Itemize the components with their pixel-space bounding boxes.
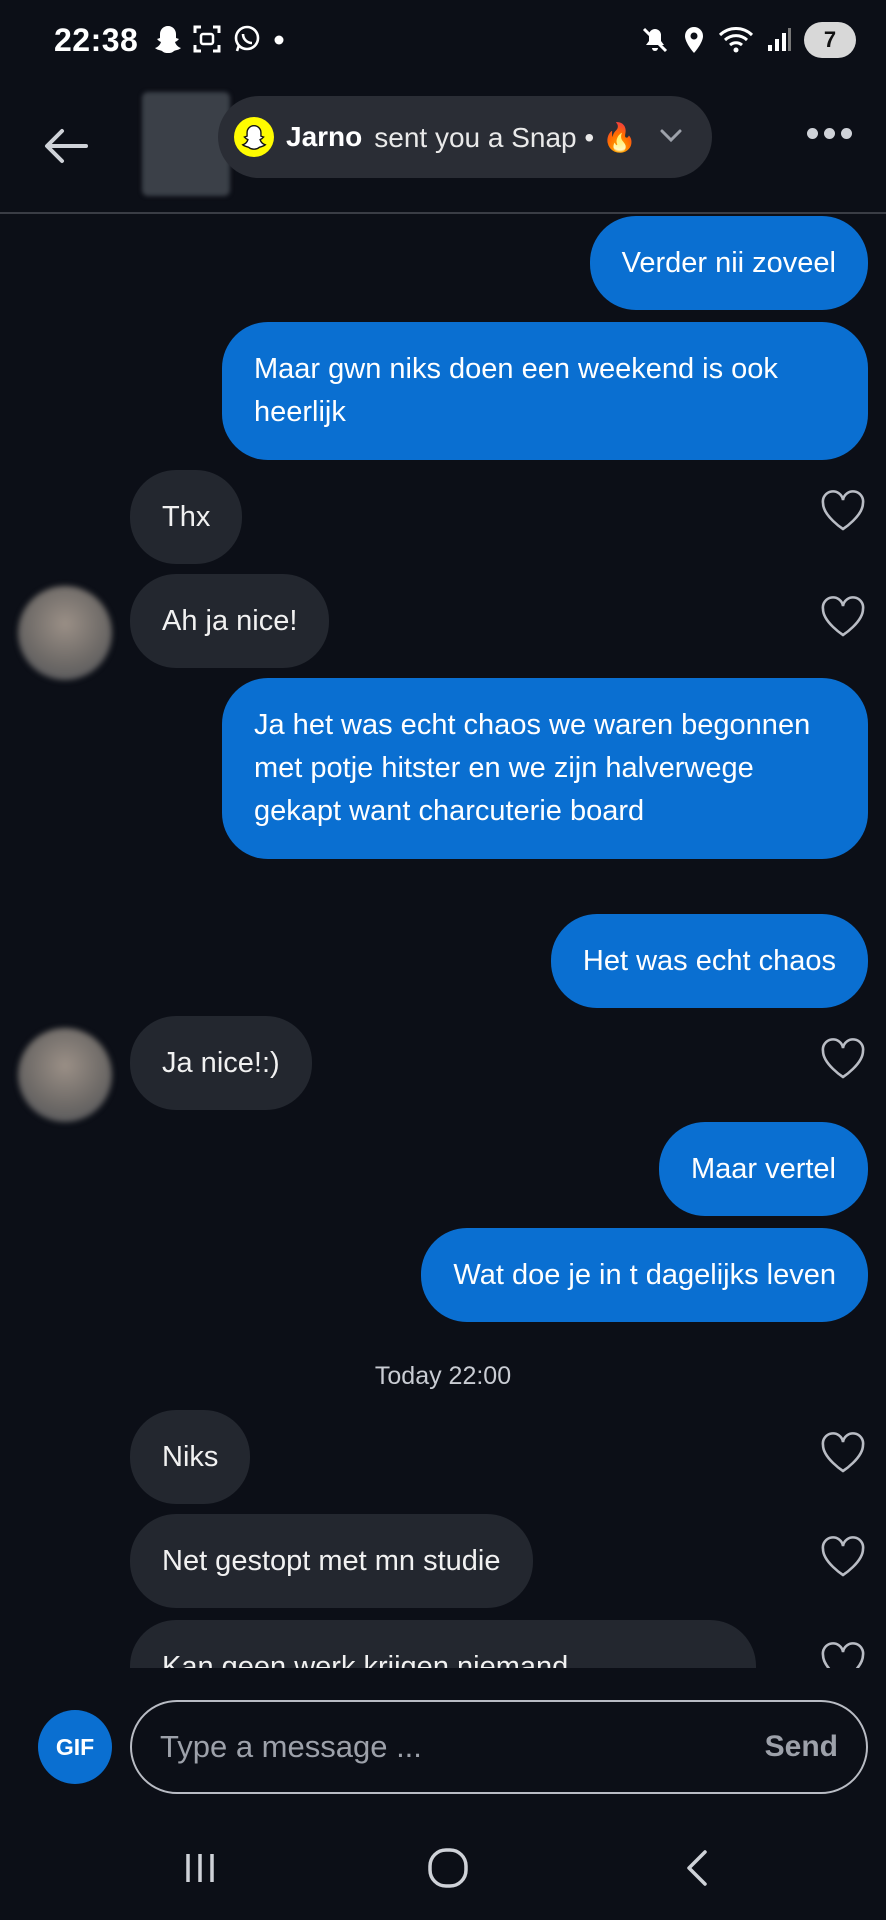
mute-icon [642,27,668,53]
message-bubble-incoming[interactable]: Thx [130,470,243,564]
gif-button[interactable]: GIF [38,1710,112,1784]
contact-avatar[interactable] [18,586,112,680]
whatsapp-icon [234,25,260,52]
system-nav-bar [0,1810,886,1920]
status-right-icons: 7 [640,22,856,58]
battery-level: 7 [823,27,837,52]
message-bubble-outgoing[interactable]: Het was echt chaos [550,914,868,1008]
notification-sender: Jarno [286,121,363,152]
message-bubble-incoming[interactable]: Niks [130,1410,251,1504]
chat-screen: 22:38 7 Jarno sent you a Snap • 🔥 Verder… [0,0,886,1920]
heart-icon[interactable] [820,490,866,532]
message-bubble-outgoing[interactable]: Maar gwn niks doen een weekend is ook he… [222,322,868,460]
more-dot-icon [841,128,852,139]
more-options-button[interactable] [807,128,852,139]
heart-icon[interactable] [820,1432,866,1474]
date-separator: Today 22:00 [374,1362,512,1390]
status-time: 22:38 [54,22,139,58]
message-bubble-incoming[interactable]: Kan geen werk krijgen niemand [130,1620,756,1668]
back-arrow-icon [45,129,88,163]
message-bubble-outgoing[interactable]: Verder nii zoveel [589,216,868,310]
message-bubble-incoming[interactable]: Ah ja nice! [130,574,330,668]
contact-avatar[interactable] [18,1028,112,1122]
status-left-icons [154,24,286,54]
more-dot-icon [807,128,818,139]
back-chevron-icon [687,1850,707,1886]
message-bubble-incoming[interactable]: Net gestopt met mn studie [130,1514,533,1608]
chevron-down-icon[interactable] [656,120,686,150]
message-bubble-outgoing[interactable]: Wat doe je in t dagelijks leven [421,1228,868,1322]
message-input[interactable] [130,1700,868,1794]
home-button[interactable] [418,1838,478,1898]
snap-notification[interactable]: Jarno sent you a Snap • 🔥 [218,96,712,178]
battery-icon: 7 [804,22,856,58]
nav-back-button[interactable] [666,1838,726,1898]
wifi-icon [718,27,754,53]
message-list[interactable]: Verder nii zoveel Maar gwn niks doen een… [0,216,886,1668]
chat-header: Jarno sent you a Snap • 🔥 [0,86,886,214]
more-dot-icon [824,128,835,139]
snapchat-ghost-icon [155,26,181,53]
home-icon [428,1848,468,1888]
snapchat-icon [234,117,274,157]
heart-icon[interactable] [820,1642,866,1668]
message-bubble-incoming[interactable]: Ja nice!:) [130,1016,312,1110]
contact-avatar[interactable] [142,92,230,196]
heart-icon[interactable] [820,596,866,638]
dot-icon [274,35,284,45]
screenshot-icon [193,25,221,53]
notification-text: sent you a Snap • 🔥 [374,121,637,153]
message-bubble-outgoing[interactable]: Maar vertel [658,1122,868,1216]
signal-icon [768,28,791,51]
heart-icon[interactable] [820,1038,866,1080]
message-bubble-outgoing[interactable]: Ja het was echt chaos we waren begonnen … [222,678,868,859]
recent-apps-icon [186,1854,214,1882]
location-icon [685,27,703,53]
recent-apps-button[interactable] [170,1838,230,1898]
send-button[interactable]: Send [765,1730,838,1764]
status-bar: 22:38 7 [0,0,886,86]
heart-icon[interactable] [820,1536,866,1578]
message-composer: GIF Send [0,1668,886,1810]
back-button[interactable] [36,116,96,176]
